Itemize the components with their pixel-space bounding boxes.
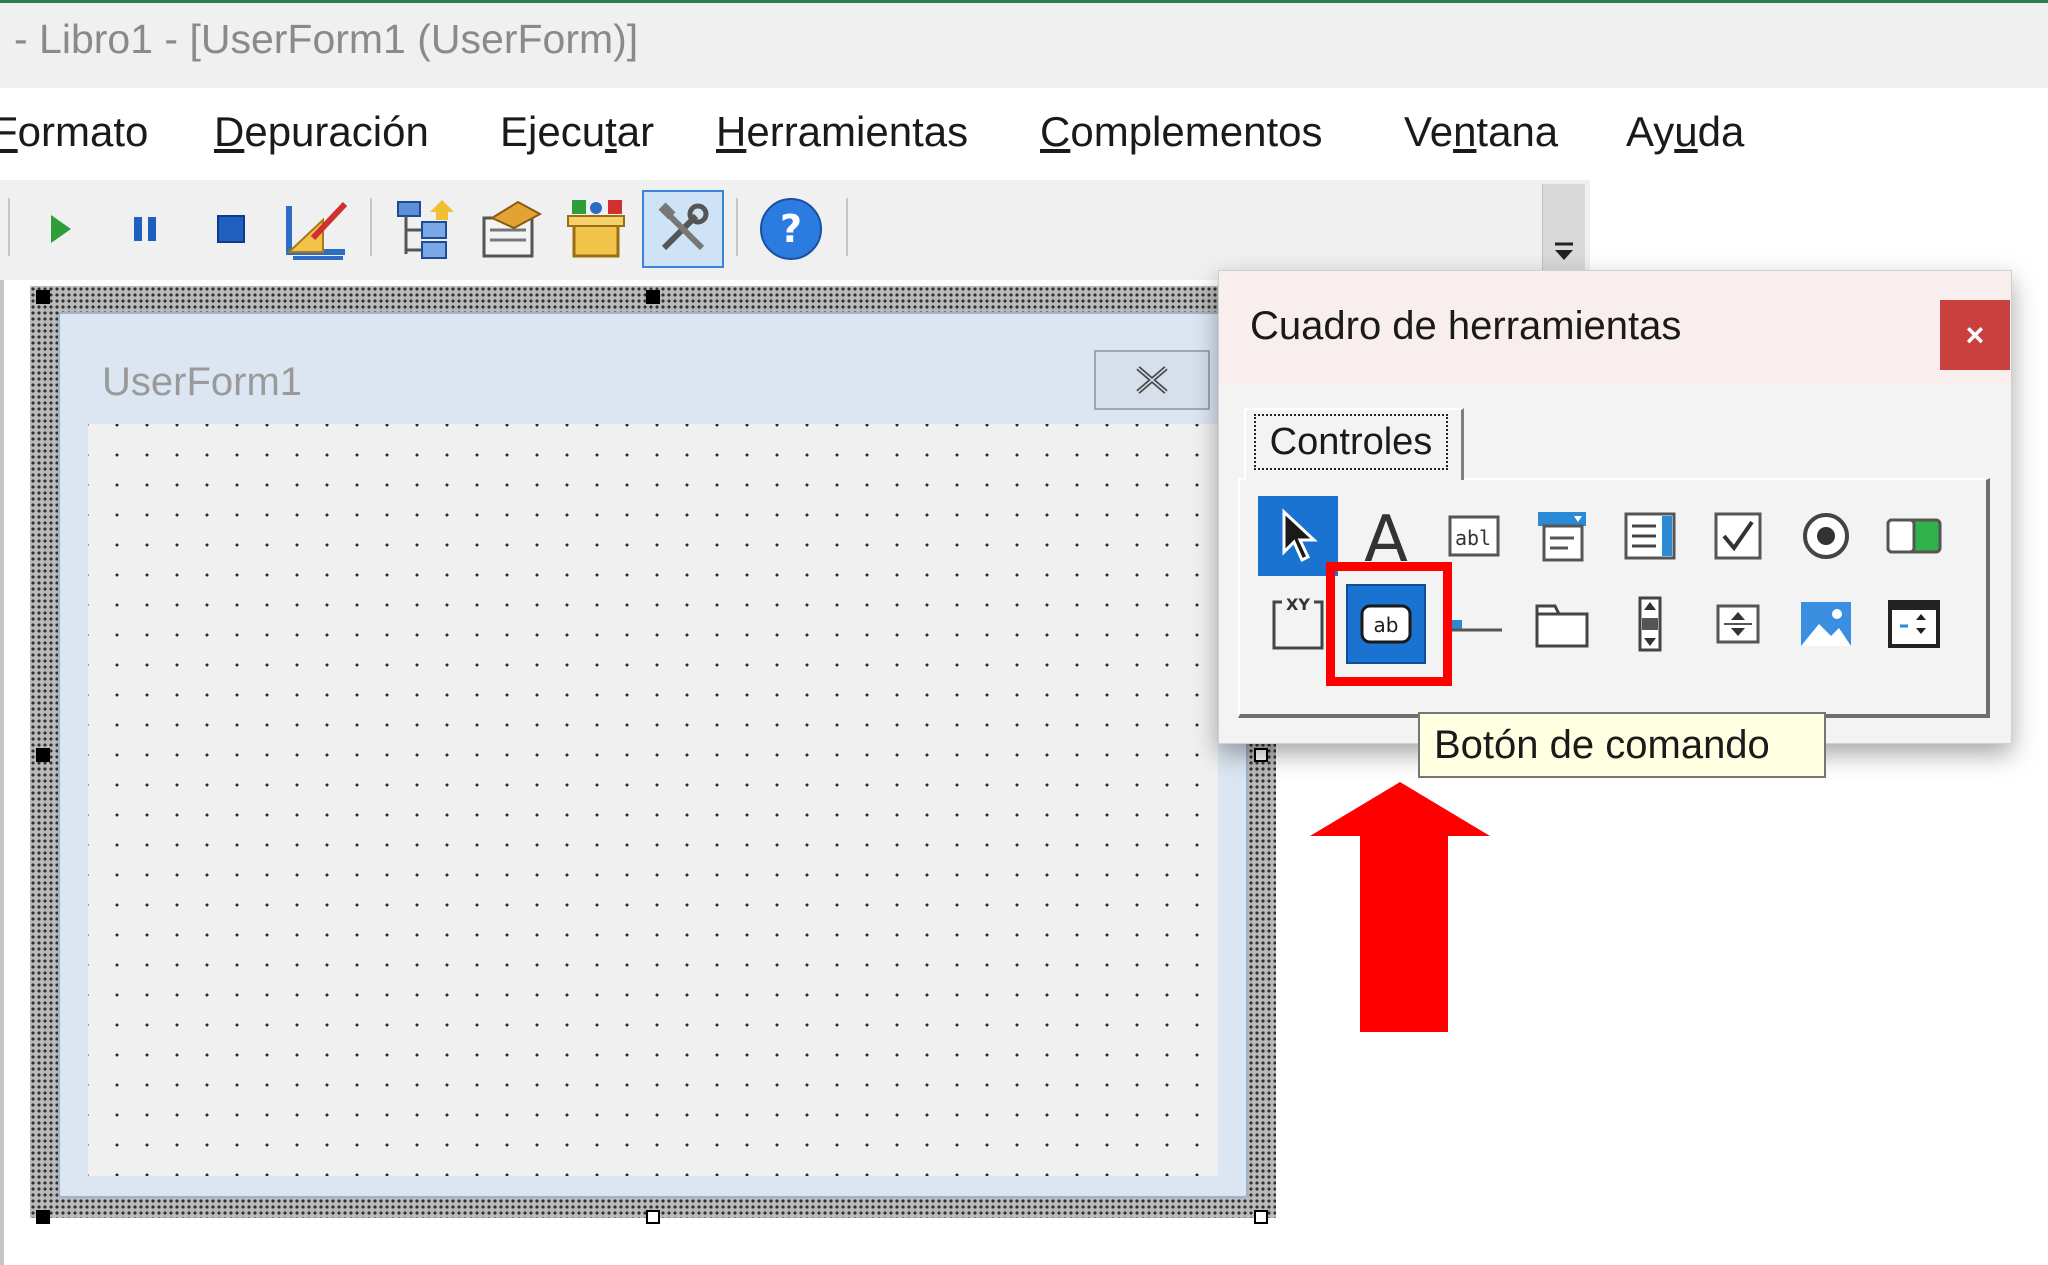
svg-text:A: A xyxy=(1364,505,1408,567)
toggle-button-icon xyxy=(1886,518,1942,554)
run-icon xyxy=(51,215,71,243)
toolbar-separator xyxy=(8,198,10,256)
toolbar-separator xyxy=(846,198,848,256)
toolbox-icon xyxy=(658,202,709,251)
menu-ventana[interactable]: Ventana xyxy=(1404,108,1558,156)
tab-controles-label: Controles xyxy=(1254,414,1448,470)
svg-text:XY: XY xyxy=(1286,595,1310,614)
toolbar-separator xyxy=(736,198,738,256)
toolbar-separator xyxy=(370,198,372,256)
multipage-tool[interactable] xyxy=(1522,584,1602,664)
pause-icon xyxy=(134,217,156,241)
annotation-highlight-box xyxy=(1326,562,1452,686)
userform-design-grid[interactable] xyxy=(88,424,1218,1176)
menu-formato[interactable]: Formato xyxy=(0,108,148,156)
checkbox-icon xyxy=(1714,512,1762,560)
svg-text:?: ? xyxy=(780,207,802,251)
resize-handle-bottom-left xyxy=(36,1210,50,1224)
listbox-tool[interactable] xyxy=(1610,496,1690,576)
window-title: - Libro1 - [UserForm1 (UserForm)] xyxy=(14,16,639,62)
frame-icon: XY xyxy=(1272,595,1324,650)
object-browser-button[interactable] xyxy=(556,190,638,268)
multipage-icon xyxy=(1535,604,1589,648)
image-control-icon xyxy=(1801,602,1851,646)
userform-close-button[interactable] xyxy=(1094,350,1210,410)
select-pointer-icon xyxy=(1282,508,1318,563)
toolbox-button[interactable] xyxy=(642,190,724,268)
resize-handle-left xyxy=(36,748,50,762)
menu-ejecutar[interactable]: Ejecutar xyxy=(500,108,654,156)
tabstrip-icon xyxy=(1446,620,1502,632)
project-explorer-button[interactable] xyxy=(384,190,466,268)
stop-button[interactable] xyxy=(190,190,272,268)
image-tool[interactable] xyxy=(1786,584,1866,664)
option-button-tool[interactable] xyxy=(1786,496,1866,576)
menu-complementos[interactable]: Complementos xyxy=(1040,108,1322,156)
resize-handle-bottom-right[interactable] xyxy=(1254,1210,1268,1224)
menu-herramientas[interactable]: Herramientas xyxy=(716,108,968,156)
resize-handle-top-left xyxy=(36,290,50,304)
textbox-icon: abl xyxy=(1448,515,1500,557)
help-icon: ? xyxy=(760,198,822,260)
scrollbar-tool[interactable] xyxy=(1610,584,1690,664)
resize-handle-right[interactable] xyxy=(1254,748,1268,762)
toolbox-close-button[interactable]: × xyxy=(1940,300,2010,370)
refedit-tool[interactable] xyxy=(1874,584,1954,664)
toggle-button-tool[interactable] xyxy=(1874,496,1954,576)
help-button[interactable]: ? xyxy=(750,190,832,268)
resize-handle-top xyxy=(646,290,660,304)
option-button-icon xyxy=(1803,513,1849,559)
refedit-icon xyxy=(1888,600,1940,648)
properties-window-button[interactable] xyxy=(470,190,552,268)
spinbutton-tool[interactable] xyxy=(1698,584,1778,664)
stop-icon xyxy=(217,215,245,243)
chevron-down-icon xyxy=(1555,242,1573,260)
run-button[interactable] xyxy=(18,190,100,268)
combobox-icon xyxy=(1538,512,1586,562)
resize-handle-bottom[interactable] xyxy=(646,1210,660,1224)
userform-title: UserForm1 xyxy=(102,360,303,404)
checkbox-tool[interactable] xyxy=(1698,496,1778,576)
pause-button[interactable] xyxy=(104,190,186,268)
design-mode-button[interactable] xyxy=(276,190,358,268)
tooltip: Botón de comando xyxy=(1418,712,1826,778)
object-browser-icon xyxy=(567,200,625,258)
annotation-arrow-up-icon xyxy=(1310,782,1490,1032)
svg-text:abl: abl xyxy=(1455,526,1491,550)
label-control-icon: A xyxy=(1364,505,1408,567)
toolbox-title: Cuadro de herramientas xyxy=(1250,304,1682,348)
project-explorer-icon xyxy=(397,200,454,259)
menu-depuracion[interactable]: Depuración xyxy=(214,108,429,156)
scrollbar-icon xyxy=(1638,596,1662,652)
listbox-icon xyxy=(1624,512,1676,560)
toolbar-overflow-button[interactable] xyxy=(1542,184,1585,270)
properties-window-icon xyxy=(482,200,543,258)
design-mode-icon xyxy=(286,201,348,260)
designer-left-border xyxy=(0,280,4,1265)
spinbutton-icon xyxy=(1716,604,1760,644)
menu-ayuda[interactable]: Ayuda xyxy=(1626,108,1744,156)
close-icon xyxy=(1136,366,1168,394)
combobox-tool[interactable] xyxy=(1522,496,1602,576)
